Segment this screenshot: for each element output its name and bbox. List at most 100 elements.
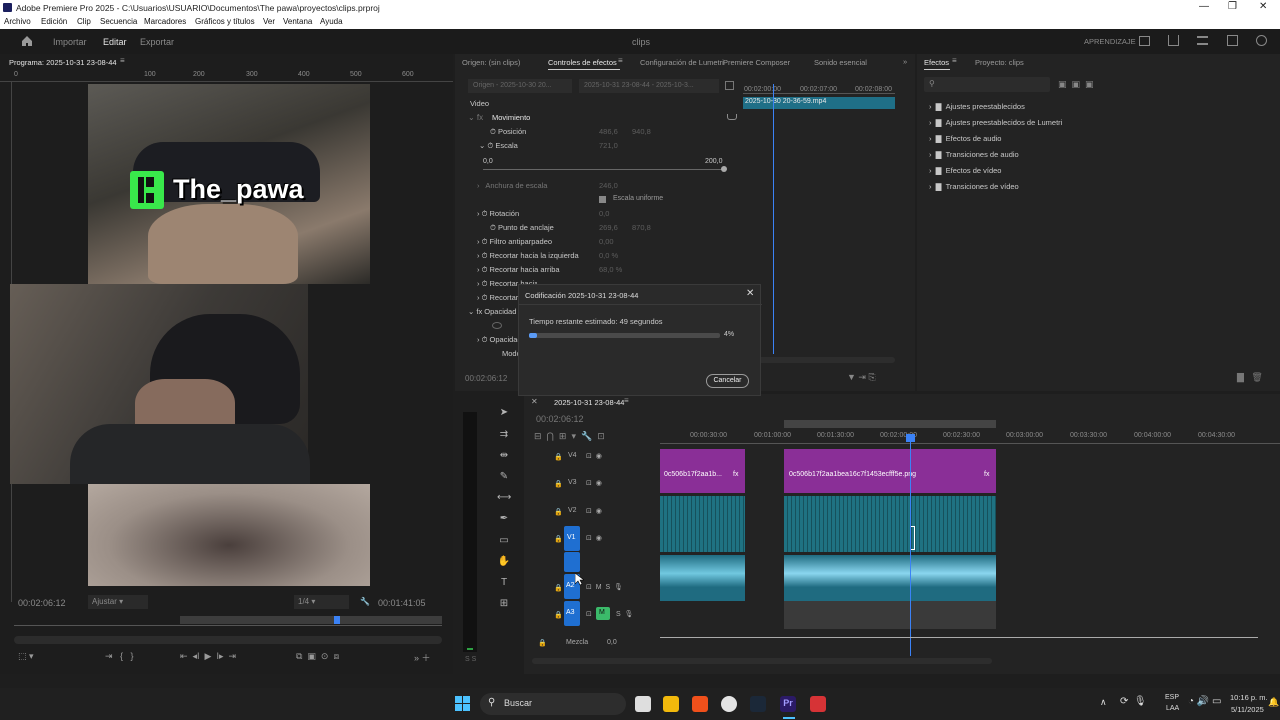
fullscreen-icon[interactable] bbox=[1227, 35, 1238, 46]
program-zoom-bar[interactable] bbox=[14, 636, 442, 644]
position-x[interactable]: 486,6 bbox=[599, 127, 618, 136]
rectangle-tool-icon[interactable]: ▭ bbox=[497, 535, 511, 547]
timeline-ruler[interactable]: 00:00:30:00 00:01:00:00 00:01:30:00 00:0… bbox=[660, 420, 1280, 444]
premiere-taskbar-icon[interactable]: Pr bbox=[780, 696, 796, 712]
clock-time[interactable]: 10:16 p. m. bbox=[1230, 693, 1268, 702]
timeline-clip-png-2[interactable]: 0c506b17f2aa1bea16c7f1453ecfff5e.png fx bbox=[784, 449, 996, 493]
track-select-tool-icon[interactable]: ⇉ bbox=[497, 429, 511, 441]
hand-tool-icon[interactable]: ✋ bbox=[497, 556, 511, 568]
effects-search-input[interactable]: ⚲ bbox=[924, 77, 1050, 92]
tray-icons[interactable]: ⟳ 🎙 bbox=[1120, 696, 1147, 707]
timeline-clip-audio-2[interactable] bbox=[784, 555, 996, 601]
program-timecode[interactable]: 00:02:06:12 bbox=[18, 598, 66, 608]
timeline-clip-video-2[interactable] bbox=[784, 496, 996, 552]
ripple-edit-tool-icon[interactable]: ⇹ bbox=[497, 450, 511, 462]
track-a2-icons[interactable]: ⊡ M S 🎙 bbox=[586, 583, 623, 591]
track-v3-icons[interactable]: ⊡ ◉ bbox=[586, 479, 602, 487]
tab-project[interactable]: Proyecto: clips bbox=[975, 58, 1024, 67]
tab-importar[interactable]: Importar bbox=[53, 37, 87, 47]
timeline-scroll[interactable] bbox=[532, 658, 992, 664]
tab-lumetri[interactable]: Configuración de Lumetri bbox=[640, 58, 724, 67]
panel-icon[interactable] bbox=[1139, 36, 1150, 46]
effects-folder[interactable]: › ▇ Ajustes preestablecidos bbox=[929, 102, 1229, 118]
source-clip-select[interactable]: Origen - 2025-10-30 20... bbox=[468, 79, 572, 93]
mask-ellipse-icon[interactable] bbox=[492, 322, 502, 329]
dialog-close-button[interactable]: ✕ bbox=[746, 288, 754, 299]
mini-timeline-clip[interactable]: 2025-10-30 20-36-59.mp4 bbox=[743, 97, 895, 109]
crop-left-row[interactable]: › ⏱ Recortar hacia la izquierda 0,0 % bbox=[477, 251, 757, 261]
timeline-clip-audio-1[interactable] bbox=[660, 555, 745, 601]
tab-editar[interactable]: Editar bbox=[103, 37, 127, 47]
clock-date[interactable]: 5/11/2025 bbox=[1231, 705, 1264, 714]
track-v4-icons[interactable]: ⊡ ◉ bbox=[586, 452, 602, 460]
lang-primary[interactable]: ESP bbox=[1165, 694, 1179, 701]
antiflicker-value[interactable]: 0,00 bbox=[599, 237, 614, 246]
effects-folder[interactable]: › ▇ Ajustes preestablecidos de Lumetri bbox=[929, 118, 1229, 134]
menu-ver[interactable]: Ver bbox=[263, 17, 275, 26]
anchor-row[interactable]: ⏱ Punto de anclaje 269,6 870,8 bbox=[490, 223, 770, 233]
resolution-select[interactable]: 1/4 ▾ bbox=[294, 595, 349, 609]
new-bin-and-delete-icons[interactable]: ▇ 🗑 bbox=[1237, 372, 1263, 383]
opacity-row[interactable]: ⌄ fx Opacidad bbox=[468, 307, 524, 316]
steam-icon[interactable] bbox=[750, 696, 766, 712]
windows-start-icon[interactable] bbox=[455, 696, 471, 712]
lock-icon[interactable]: 🔒 bbox=[554, 535, 563, 543]
lock-icon[interactable]: 🔒 bbox=[554, 584, 563, 592]
scale-width-value[interactable]: 246,0 bbox=[599, 181, 618, 190]
add-button-icon[interactable]: » ＋ bbox=[414, 651, 431, 664]
home-icon[interactable] bbox=[21, 35, 33, 47]
caption-tool-icon[interactable]: ⊞ bbox=[497, 598, 511, 610]
tab-effects[interactable]: Efectos bbox=[924, 58, 949, 67]
lock-icon[interactable]: 🔒 bbox=[554, 453, 563, 461]
effect-controls-menu-icon[interactable]: ≡ bbox=[618, 56, 623, 65]
antiflicker-row[interactable]: › ⏱ Filtro antiparpadeo 0,00 bbox=[477, 237, 757, 247]
program-scrubber[interactable] bbox=[14, 616, 442, 626]
movement-row[interactable]: Movimiento bbox=[492, 113, 530, 122]
menu-marcadores[interactable]: Marcadores bbox=[144, 17, 186, 26]
effects-folder[interactable]: › ▇ Efectos de audio bbox=[929, 134, 1229, 150]
crop-left-value[interactable]: 0,0 % bbox=[599, 251, 618, 260]
timeline-playhead[interactable] bbox=[906, 434, 915, 656]
tab-premiere-composer[interactable]: Premiere Composer bbox=[723, 58, 790, 67]
effects-filter-icons[interactable]: ▣ ▣ ▣ bbox=[1058, 79, 1094, 90]
mini-playhead[interactable] bbox=[773, 84, 774, 354]
position-row[interactable]: ⏱ Posición 486,6 940,8 bbox=[490, 127, 770, 137]
sequence-clip-select[interactable]: 2025-10-31 23-08-44 - 2025-10-3... bbox=[579, 79, 719, 93]
minimize-button[interactable]: — bbox=[1199, 1, 1209, 12]
effects-folder[interactable]: › ▇ Transiciones de vídeo bbox=[929, 182, 1229, 198]
track-v2-icons[interactable]: ⊡ ◉ bbox=[586, 507, 602, 515]
file-explorer-icon[interactable] bbox=[663, 696, 679, 712]
lock-icon[interactable]: 🔒 bbox=[554, 480, 563, 488]
taskbar-search[interactable]: ⚲ Buscar bbox=[480, 693, 626, 715]
scale-width-row[interactable]: › Anchura de escala 246,0 bbox=[477, 181, 757, 190]
github-icon[interactable] bbox=[721, 696, 737, 712]
close-button[interactable]: ✕ bbox=[1259, 1, 1267, 12]
uniform-scale-checkbox[interactable] bbox=[599, 196, 606, 203]
program-menu-icon[interactable]: ≡ bbox=[120, 56, 125, 65]
crop-top-value[interactable]: 68,0 % bbox=[599, 265, 622, 274]
timeline-toolbar-icons[interactable]: ⊟ ⋂ ⊞ ▾ 🔧 ⊡ bbox=[534, 431, 605, 442]
tab-overflow-icon[interactable]: » bbox=[903, 57, 907, 66]
scale-value[interactable]: 721,0 bbox=[599, 141, 618, 150]
mix-value[interactable]: 0,0 bbox=[607, 639, 617, 646]
lift-extract-export-icons[interactable]: ⧉ ▣ ⊙ ⧈ bbox=[296, 651, 339, 662]
sequence-tab[interactable]: 2025-10-31 23-08-44 bbox=[554, 398, 624, 407]
track-a3-mute[interactable]: M bbox=[596, 607, 610, 620]
fit-select[interactable]: Ajustar ▾ bbox=[88, 595, 148, 609]
anchor-x[interactable]: 269,6 bbox=[599, 223, 618, 232]
track-a3-icons[interactable]: ⊡ bbox=[586, 610, 592, 618]
settings-icon[interactable] bbox=[1256, 35, 1267, 46]
tab-effect-controls[interactable]: Controles de efectos bbox=[548, 58, 617, 67]
anchor-y[interactable]: 870,8 bbox=[632, 223, 651, 232]
share-icon[interactable] bbox=[1168, 35, 1179, 46]
timeline-clip-video-1[interactable] bbox=[660, 496, 745, 552]
wrench-icon[interactable]: 🔧 bbox=[360, 597, 370, 606]
razor-tool-icon[interactable]: ✎ bbox=[497, 471, 511, 483]
track-a3-solo-mic[interactable]: S 🎙 bbox=[616, 610, 633, 618]
effects-menu-icon[interactable]: ≡ bbox=[952, 56, 957, 65]
slip-tool-icon[interactable]: ⟷ bbox=[497, 492, 511, 504]
tray-chevron-icon[interactable]: ∧ bbox=[1100, 697, 1107, 708]
menu-secuencia[interactable]: Secuencia bbox=[100, 17, 137, 26]
type-tool-icon[interactable]: T bbox=[497, 577, 511, 589]
menu-icon[interactable] bbox=[1197, 36, 1208, 45]
